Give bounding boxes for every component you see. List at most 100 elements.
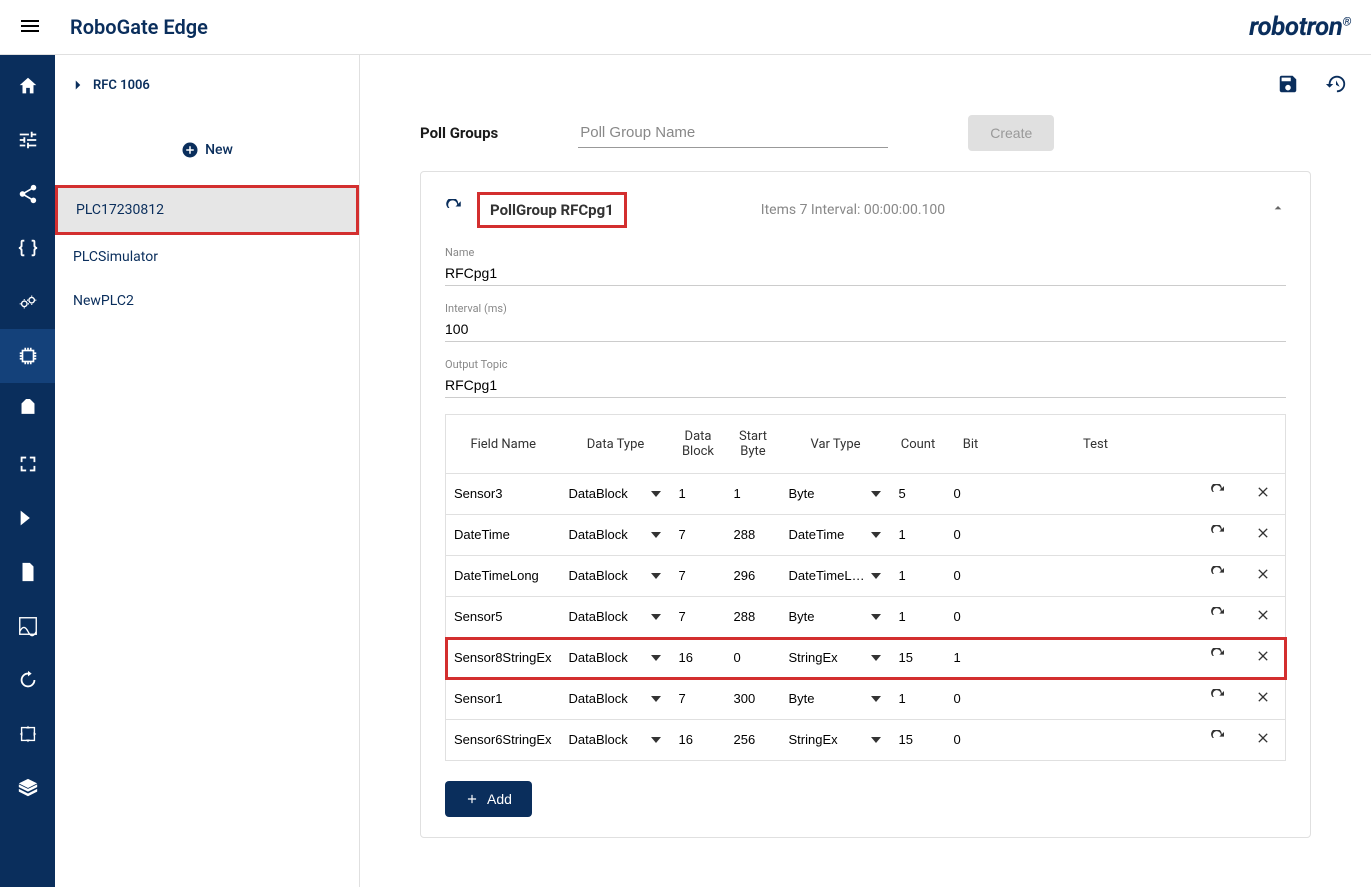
start-byte-input[interactable]: [734, 609, 773, 624]
row-refresh-button[interactable]: [1196, 638, 1241, 679]
var-type-select[interactable]: DateTimeLong: [789, 568, 883, 583]
var-type-select[interactable]: Byte: [789, 691, 883, 706]
bit-input[interactable]: [954, 650, 988, 665]
field-name-input[interactable]: [454, 691, 553, 706]
row-refresh-button[interactable]: [1196, 474, 1241, 515]
data-block-input[interactable]: [679, 568, 718, 583]
sidebar-tag-icon[interactable]: [0, 383, 55, 437]
bit-input[interactable]: [954, 486, 988, 501]
row-delete-button[interactable]: [1241, 679, 1286, 720]
var-type-select[interactable]: Byte: [789, 609, 883, 624]
row-delete-button[interactable]: [1241, 638, 1286, 679]
start-byte-input[interactable]: [734, 527, 773, 542]
bit-input[interactable]: [954, 691, 988, 706]
row-delete-button[interactable]: [1241, 597, 1286, 638]
history-button[interactable]: [1321, 69, 1351, 102]
data-block-input[interactable]: [679, 609, 718, 624]
data-block-input[interactable]: [679, 486, 718, 501]
field-name-input[interactable]: [454, 732, 553, 747]
var-type-select[interactable]: DateTime: [789, 527, 883, 542]
new-button[interactable]: New: [55, 115, 359, 185]
row-delete-button[interactable]: [1241, 720, 1286, 761]
data-type-select[interactable]: DataBlock: [569, 568, 663, 583]
sidebar-chip-icon[interactable]: [0, 329, 55, 383]
start-byte-input[interactable]: [734, 691, 773, 706]
sidebar-move-icon[interactable]: [0, 707, 55, 761]
count-input[interactable]: [899, 609, 938, 624]
data-type-select[interactable]: DataBlock: [569, 732, 663, 747]
count-input[interactable]: [899, 568, 938, 583]
save-button[interactable]: [1273, 69, 1303, 102]
var-type-select[interactable]: Byte: [789, 486, 883, 501]
row-refresh-button[interactable]: [1196, 556, 1241, 597]
sidebar-tune-icon[interactable]: [0, 113, 55, 167]
data-block-input[interactable]: [679, 650, 718, 665]
add-button[interactable]: Add: [445, 781, 532, 817]
plc-item[interactable]: PLCSimulator: [55, 235, 359, 279]
data-type-select[interactable]: DataBlock: [569, 486, 663, 501]
sidebar-wave-icon[interactable]: [0, 599, 55, 653]
data-type-select[interactable]: DataBlock: [569, 691, 663, 706]
field-name-input[interactable]: [454, 650, 553, 665]
field-name-input[interactable]: [454, 568, 553, 583]
data-block-input[interactable]: [679, 732, 718, 747]
data-type-select[interactable]: DataBlock: [569, 609, 663, 624]
count-input[interactable]: [899, 486, 938, 501]
field-name-input[interactable]: [454, 609, 553, 624]
refresh-icon[interactable]: [445, 199, 463, 221]
sidebar-gears-icon[interactable]: [0, 275, 55, 329]
row-delete-button[interactable]: [1241, 474, 1286, 515]
col-var-type: Var Type: [781, 415, 891, 474]
sidebar-terminal-icon[interactable]: [0, 491, 55, 545]
chevron-up-icon[interactable]: [1270, 200, 1286, 220]
row-refresh-button[interactable]: [1196, 720, 1241, 761]
interval-input[interactable]: [445, 317, 1286, 342]
name-label: Name: [445, 246, 1286, 259]
row-refresh-button[interactable]: [1196, 515, 1241, 556]
name-input[interactable]: [445, 261, 1286, 286]
plc-item[interactable]: PLC17230812: [55, 185, 359, 235]
poll-groups-title: Poll Groups: [420, 124, 498, 142]
sidebar-layers-icon[interactable]: [0, 761, 55, 815]
start-byte-input[interactable]: [734, 486, 773, 501]
add-button-label: Add: [487, 791, 512, 807]
count-input[interactable]: [899, 527, 938, 542]
sidebar-braces-icon[interactable]: [0, 221, 55, 275]
plus-icon: [465, 792, 479, 806]
field-name-input[interactable]: [454, 486, 553, 501]
data-block-input[interactable]: [679, 527, 718, 542]
data-block-input[interactable]: [679, 691, 718, 706]
var-type-select[interactable]: StringEx: [789, 650, 883, 665]
fields-table: Field Name Data Type Data Block Start By…: [445, 414, 1286, 761]
bit-input[interactable]: [954, 568, 988, 583]
poll-group-name-input[interactable]: [578, 118, 888, 148]
count-input[interactable]: [899, 732, 938, 747]
sidebar-fullscreen-icon[interactable]: [0, 437, 55, 491]
var-type-select[interactable]: StringEx: [789, 732, 883, 747]
count-input[interactable]: [899, 650, 938, 665]
bit-input[interactable]: [954, 609, 988, 624]
data-type-select[interactable]: DataBlock: [569, 650, 663, 665]
sidebar-share-icon[interactable]: [0, 167, 55, 221]
sidebar-file-icon[interactable]: [0, 545, 55, 599]
create-button[interactable]: Create: [968, 115, 1054, 151]
bit-input[interactable]: [954, 732, 988, 747]
row-refresh-button[interactable]: [1196, 597, 1241, 638]
start-byte-input[interactable]: [734, 732, 773, 747]
breadcrumb[interactable]: RFC 1006: [73, 78, 150, 93]
test-cell: [996, 679, 1196, 720]
data-type-select[interactable]: DataBlock: [569, 527, 663, 542]
sidebar-sync-icon[interactable]: [0, 653, 55, 707]
row-refresh-button[interactable]: [1196, 679, 1241, 720]
count-input[interactable]: [899, 691, 938, 706]
row-delete-button[interactable]: [1241, 556, 1286, 597]
bit-input[interactable]: [954, 527, 988, 542]
output-topic-input[interactable]: [445, 373, 1286, 398]
plc-item[interactable]: NewPLC2: [55, 279, 359, 323]
sidebar-home[interactable]: [0, 59, 55, 113]
menu-button[interactable]: [10, 6, 50, 49]
row-delete-button[interactable]: [1241, 515, 1286, 556]
start-byte-input[interactable]: [734, 568, 773, 583]
start-byte-input[interactable]: [734, 650, 773, 665]
field-name-input[interactable]: [454, 527, 553, 542]
